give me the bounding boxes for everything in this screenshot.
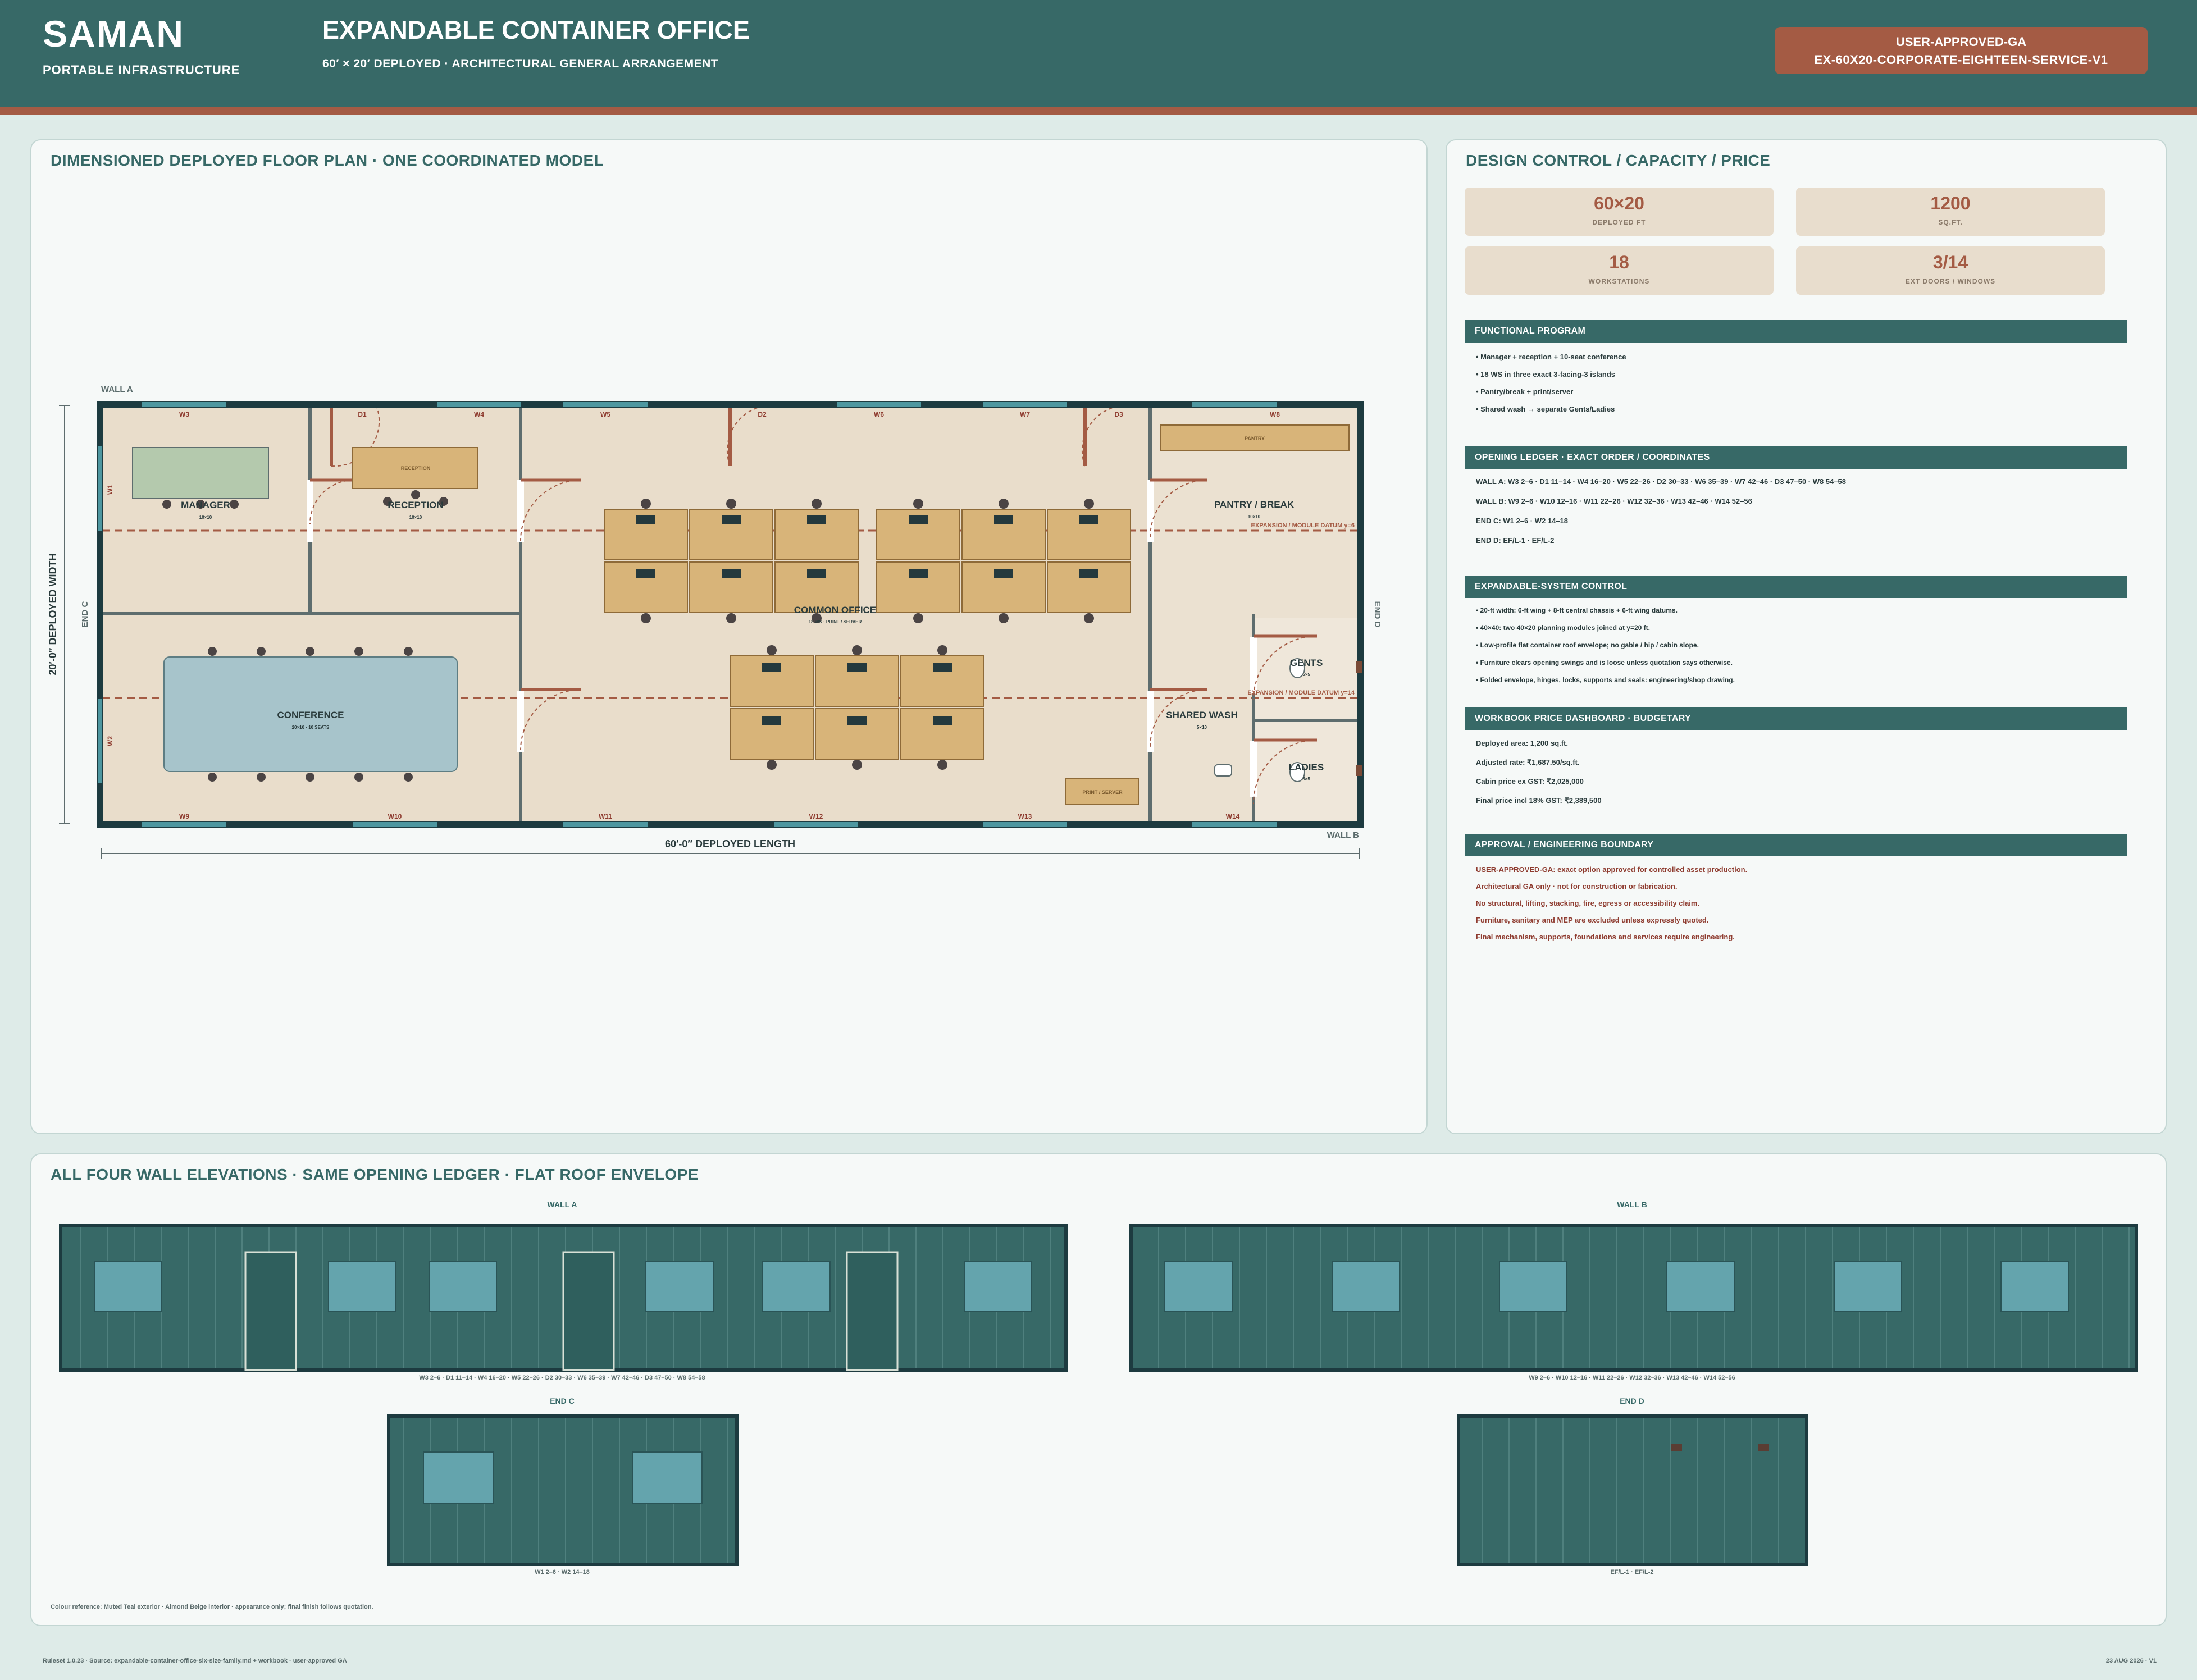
footer-date: 23 AUG 2026 · V1 xyxy=(2105,1658,2157,1664)
elevation-end-d xyxy=(1457,1414,1808,1566)
elevation-wall-b xyxy=(1129,1224,2138,1372)
elevations-drawing: WALL A W3 2–6 · D1 11–14 · W4 16–20 · W5… xyxy=(59,1200,2138,1576)
footer-source: Ruleset 1.0.23 · Source: expandable-cont… xyxy=(43,1658,347,1664)
elevation-label-wall-b: WALL B xyxy=(1617,1200,1647,1209)
elevation-caption-end-d: EF/L-1 · EF/L-2 xyxy=(1611,1569,1654,1576)
colour-note: Colour reference: Muted Teal exterior · … xyxy=(51,1604,373,1610)
elevation-label-wall-a: WALL A xyxy=(548,1200,577,1209)
elevation-caption-end-c: W1 2–6 · W2 14–18 xyxy=(535,1569,590,1576)
elevation-label-end-c: END C xyxy=(550,1396,575,1405)
elevation-label-end-d: END D xyxy=(1620,1396,1644,1405)
elevation-caption-wall-a: W3 2–6 · D1 11–14 · W4 16–20 · W5 22–26 … xyxy=(419,1375,705,1381)
elevation-caption-wall-b: W9 2–6 · W10 12–16 · W11 22–26 · W12 32–… xyxy=(1529,1375,1735,1381)
